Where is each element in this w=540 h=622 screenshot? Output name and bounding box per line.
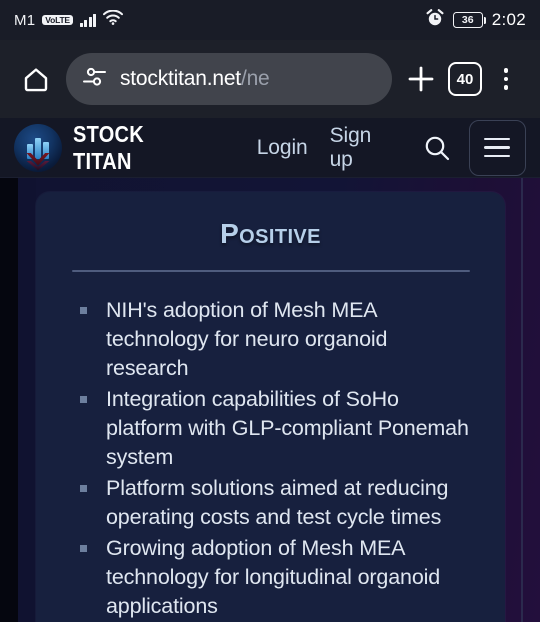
alarm-clock-icon <box>426 8 444 32</box>
battery-level-label: 36 <box>461 14 474 26</box>
clock-label: 2:02 <box>491 10 526 29</box>
stock-titan-logo-icon[interactable] <box>14 123 62 172</box>
title-divider <box>71 270 470 272</box>
list-item: Growing adoption of Mesh MEA technology … <box>80 534 471 621</box>
plus-icon[interactable] <box>398 56 444 102</box>
list-item: Integration capabilities of SoHo platfor… <box>80 385 471 472</box>
url-bar[interactable]: stocktitan.net/ne <box>66 53 392 105</box>
list-item: Platform solutions aimed at reducing ope… <box>80 474 471 532</box>
phone-screen: M1 VoLTE 36 2:02 stocktitan.net/ne 40 ST… <box>0 0 540 622</box>
carrier-label: M1 <box>14 11 36 29</box>
positive-highlights-card: Positive NIH's adoption of Mesh MEA tech… <box>36 192 505 622</box>
status-bar-right: 36 2:02 <box>426 8 526 32</box>
site-header: STOCK TITAN Login Sign up <box>0 118 540 178</box>
tab-count-label: 40 <box>456 70 474 88</box>
page-left-rail <box>18 178 36 622</box>
vertical-scrollbar[interactable] <box>521 178 523 622</box>
login-link[interactable]: Login <box>257 136 308 160</box>
volte-badge: VoLTE <box>42 14 73 26</box>
tune-sliders-icon[interactable] <box>82 65 108 94</box>
card-title: Positive <box>220 218 321 249</box>
url-domain: stocktitan.net <box>120 67 241 90</box>
status-bar-left: M1 VoLTE <box>14 9 124 30</box>
home-icon[interactable] <box>14 57 58 101</box>
url-text[interactable]: stocktitan.net/ne <box>120 67 270 91</box>
browser-toolbar: stocktitan.net/ne 40 <box>0 40 540 118</box>
positive-bullet-list: NIH's adoption of Mesh MEA technology fo… <box>80 296 471 621</box>
three-dot-menu-icon[interactable] <box>486 57 526 101</box>
tab-counter-button[interactable]: 40 <box>448 62 482 96</box>
url-path: /ne <box>240 67 270 90</box>
search-icon[interactable] <box>421 132 453 164</box>
list-item: NIH's adoption of Mesh MEA technology fo… <box>80 296 471 383</box>
brand-title[interactable]: STOCK TITAN <box>73 121 207 175</box>
wifi-icon <box>103 9 124 30</box>
status-bar: M1 VoLTE 36 2:02 <box>0 0 540 40</box>
battery-indicator: 36 <box>452 12 487 28</box>
signal-bars-icon <box>79 13 97 27</box>
signup-link[interactable]: Sign up <box>330 124 400 172</box>
hamburger-menu-icon[interactable] <box>468 119 527 176</box>
